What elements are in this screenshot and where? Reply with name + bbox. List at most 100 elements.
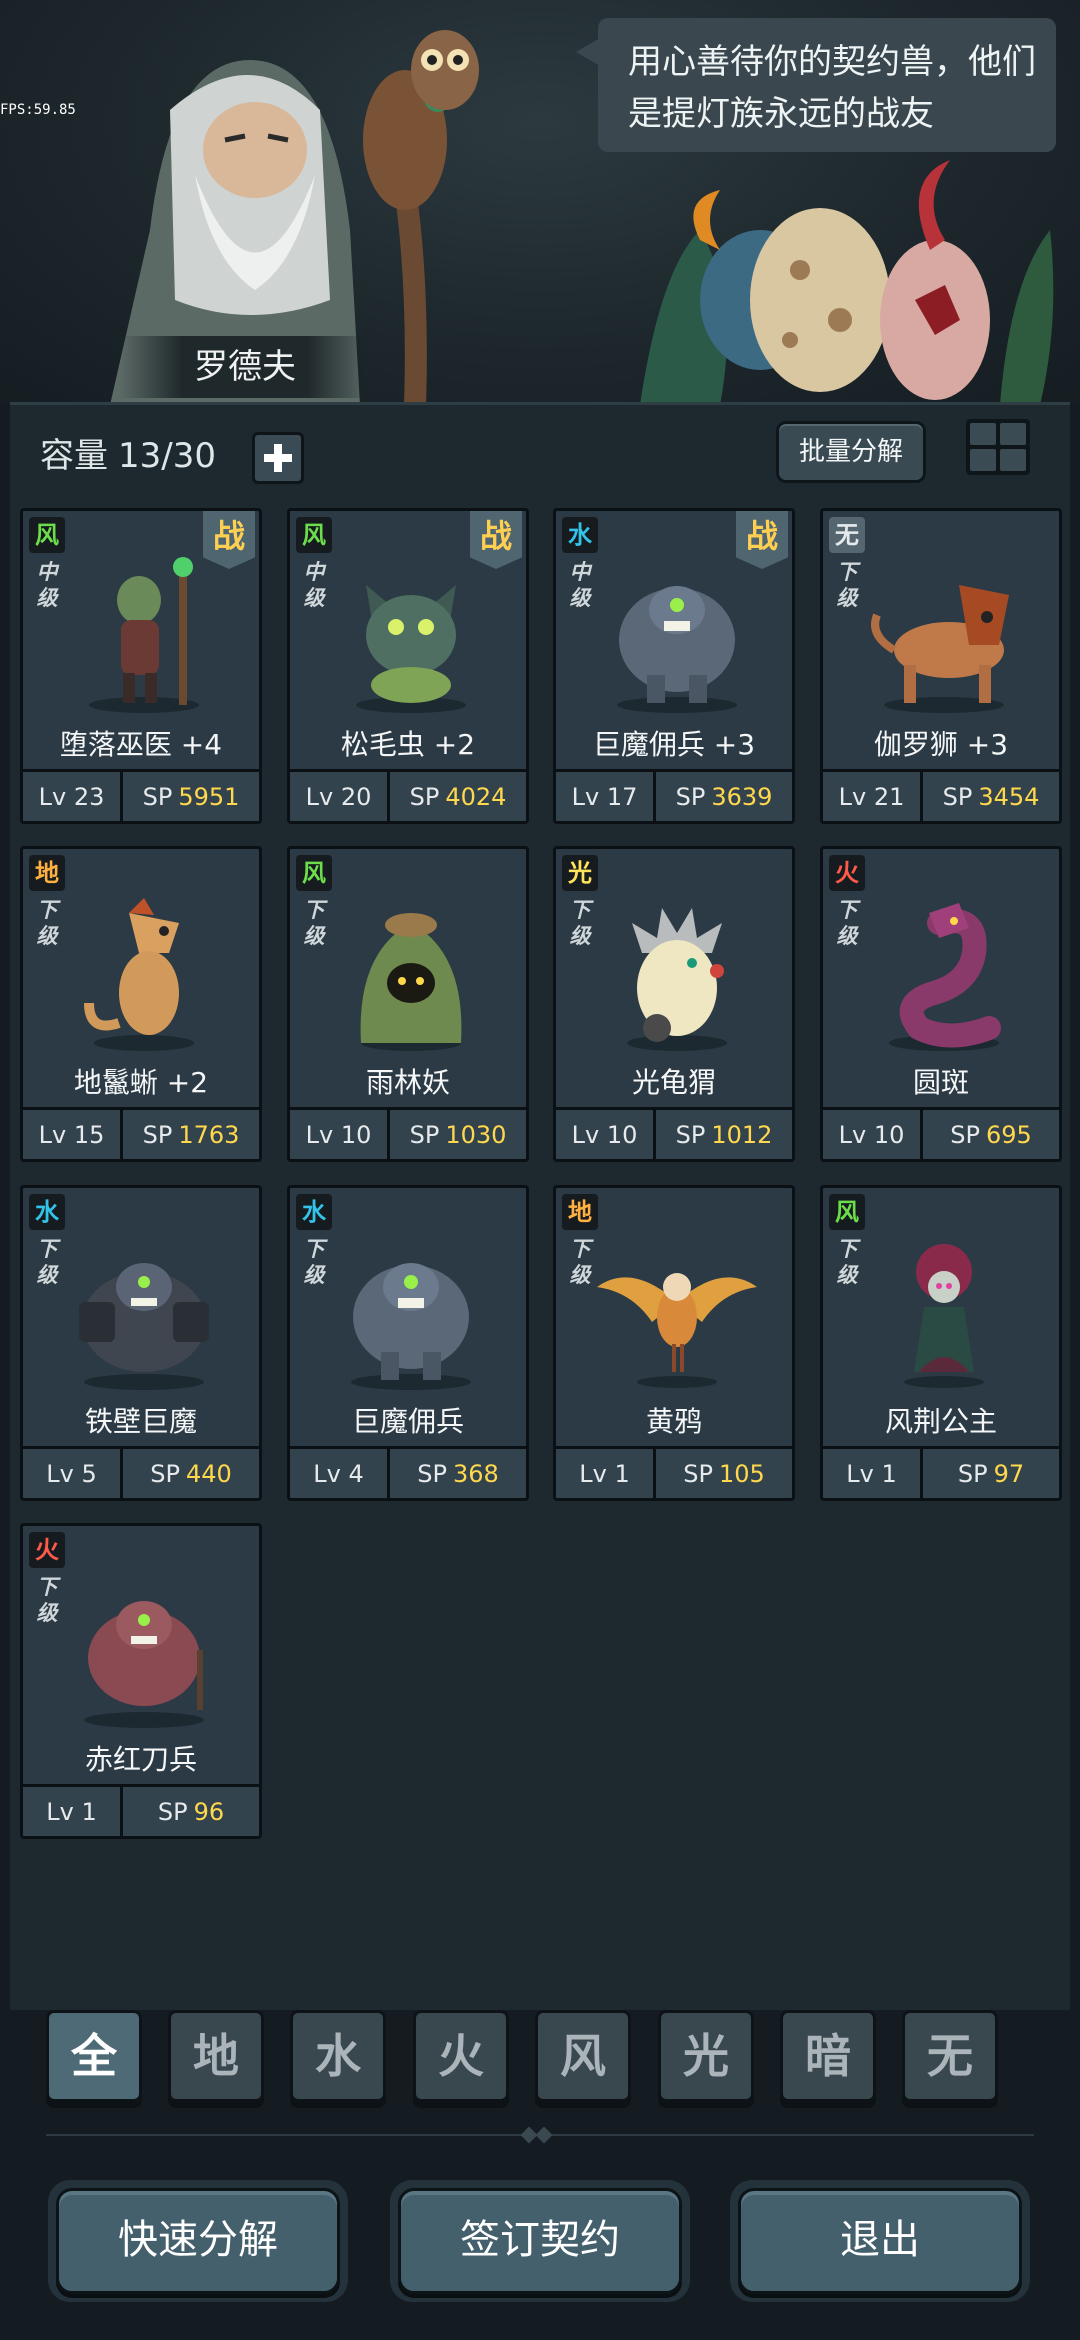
sp-label: SP <box>675 783 706 811</box>
filter-tab-earth[interactable]: 地 <box>168 2010 264 2102</box>
beast-card[interactable]: 地 下级 黄鸦 Lv 1 SP 105 <box>553 1185 795 1501</box>
filter-tab-light[interactable]: 光 <box>658 2010 754 2102</box>
quick-decompose-label: 快速分解 <box>56 2188 340 2294</box>
galo-lion-portrait <box>871 585 1009 713</box>
filter-tab-fire[interactable]: 火 <box>413 2010 509 2102</box>
sp-value: 3454 <box>978 783 1040 811</box>
grade-label: 中级 <box>303 560 325 610</box>
capacity-display: 容量 13/30 <box>40 428 216 477</box>
sign-contract-label: 签订契约 <box>398 2188 682 2294</box>
beast-card[interactable]: 火 下级 赤红刀兵 Lv 1 SP 96 <box>20 1523 262 1839</box>
filter-tab-dark[interactable]: 暗 <box>780 2010 876 2102</box>
beast-card[interactable]: 风 下级 风荆公主 Lv 1 SP 97 <box>820 1185 1062 1501</box>
element-badge: 水 <box>296 1194 332 1230</box>
beast-name: 松毛虫 +2 <box>340 728 476 761</box>
speech-bubble: 用心善待你的契约兽，他们 是提灯族永远的战友 <box>576 18 1056 152</box>
filter-tab-all[interactable]: 全 <box>46 2010 142 2102</box>
beast-card[interactable]: 光 下级 光龟猬 Lv 10 SP 1012 <box>553 846 795 1162</box>
grade-label: 下级 <box>569 898 591 948</box>
sp-value: 105 <box>718 1460 765 1488</box>
filter-tab-wind[interactable]: 风 <box>535 2010 631 2102</box>
light-hedgehog-portrait <box>627 908 727 1051</box>
beast-card[interactable]: 风 中级 战 堕落巫医 +4 Lv 23 SP 5951 <box>20 508 262 824</box>
beast-name: 雨林妖 <box>365 1066 450 1099</box>
beast-level: Lv 4 <box>290 1449 390 1498</box>
sp-label: SP <box>942 783 973 811</box>
beast-sp: SP 96 <box>123 1787 259 1836</box>
quick-decompose-button[interactable]: 快速分解 <box>48 2180 348 2302</box>
element-badge: 风 <box>296 517 332 553</box>
troll-mercenary-portrait <box>351 1263 471 1390</box>
fps-counter: FPS:59.85 <box>0 102 76 118</box>
sp-value: 440 <box>185 1460 232 1488</box>
sp-label: SP <box>675 1121 706 1149</box>
beast-stats: Lv 23 SP 5951 <box>23 769 259 821</box>
beast-name: 光龟猬 <box>631 1066 716 1099</box>
element-badge: 地 <box>562 1194 598 1230</box>
beast-level: Lv 10 <box>290 1110 390 1159</box>
beast-sp: SP 105 <box>656 1449 792 1498</box>
beast-level: Lv 1 <box>23 1787 123 1836</box>
pine-caterpillar-portrait <box>356 585 466 713</box>
rainforest-spirit-portrait <box>360 913 462 1051</box>
beast-name: 黄鸦 <box>645 1405 702 1438</box>
dialog-line-1: 用心善待你的契约兽，他们 <box>628 42 1036 82</box>
sp-label: SP <box>142 783 173 811</box>
beast-sp: SP 368 <box>390 1449 526 1498</box>
element-badge: 风 <box>829 1194 865 1230</box>
beast-sp: SP 695 <box>923 1110 1059 1159</box>
element-badge: 风 <box>29 517 65 553</box>
exit-button[interactable]: 退出 <box>730 2180 1030 2302</box>
beast-name: 伽罗狮 +3 <box>873 728 1009 761</box>
dialog-line-2: 是提灯族永远的战友 <box>628 94 934 134</box>
sp-label: SP <box>409 783 440 811</box>
plus-icon <box>264 444 292 472</box>
beast-card[interactable]: 风 中级 战 松毛虫 +2 Lv 20 SP 4024 <box>287 508 529 824</box>
beast-name: 巨魔佣兵 +3 <box>592 728 756 761</box>
troll-mercenary-portrait <box>617 586 737 713</box>
element-badge: 光 <box>562 855 598 891</box>
beast-level: Lv 1 <box>556 1449 656 1498</box>
batch-decompose-button[interactable]: 批量分解 <box>776 421 926 483</box>
beast-sp: SP 3639 <box>656 772 792 821</box>
filter-tab-water[interactable]: 水 <box>290 2010 386 2102</box>
beast-card[interactable]: 水 下级 铁壁巨魔 Lv 5 SP 440 <box>20 1185 262 1501</box>
beast-card[interactable]: 无 下级 伽罗狮 +3 Lv 21 SP 3454 <box>820 508 1062 824</box>
beast-card[interactable]: 水 下级 巨魔佣兵 Lv 4 SP 368 <box>287 1185 529 1501</box>
earth-iguana-portrait <box>84 898 194 1051</box>
beast-stats: Lv 1 SP 96 <box>23 1784 259 1836</box>
capacity-value: 13/30 <box>118 436 216 476</box>
sp-value: 96 <box>193 1798 225 1826</box>
yellow-crow-portrait <box>597 1273 757 1388</box>
beast-stats: Lv 1 SP 97 <box>823 1446 1059 1498</box>
beast-card[interactable]: 地 下级 地鬣蜥 +2 Lv 15 SP 1763 <box>20 846 262 1162</box>
sp-value: 695 <box>985 1121 1032 1149</box>
beast-card[interactable]: 火 下级 圆斑 Lv 10 SP 695 <box>820 846 1062 1162</box>
sign-contract-button[interactable]: 签订契约 <box>390 2180 690 2302</box>
beast-stats: Lv 20 SP 4024 <box>290 769 526 821</box>
grade-label: 下级 <box>36 898 58 948</box>
beast-level: Lv 1 <box>823 1449 923 1498</box>
beast-level: Lv 15 <box>23 1110 123 1159</box>
add-capacity-button[interactable] <box>252 432 304 484</box>
grade-label: 下级 <box>36 1237 58 1287</box>
grid-view-icon[interactable] <box>966 419 1030 475</box>
grade-label: 下级 <box>36 1575 58 1625</box>
grade-label: 下级 <box>836 1237 858 1287</box>
beast-name: 赤红刀兵 <box>84 1743 197 1776</box>
sp-label: SP <box>157 1798 188 1826</box>
beast-card[interactable]: 风 下级 雨林妖 Lv 10 SP 1030 <box>287 846 529 1162</box>
ironwall-troll-portrait <box>79 1263 209 1390</box>
filter-tab-none[interactable]: 无 <box>902 2010 998 2102</box>
round-spot-serpent-portrait <box>889 903 1001 1051</box>
beast-name: 圆斑 <box>912 1066 969 1099</box>
npc-name-label: 罗德夫 <box>120 336 370 398</box>
beast-stats: Lv 1 SP 105 <box>556 1446 792 1498</box>
beast-name: 铁壁巨魔 <box>84 1405 197 1438</box>
beast-card[interactable]: 水 中级 战 巨魔佣兵 +3 Lv 17 SP 3639 <box>553 508 795 824</box>
grade-label: 下级 <box>303 1237 325 1287</box>
beast-name: 风荆公主 <box>884 1405 997 1438</box>
element-badge: 火 <box>829 855 865 891</box>
beast-stats: Lv 5 SP 440 <box>23 1446 259 1498</box>
sp-value: 4024 <box>445 783 507 811</box>
